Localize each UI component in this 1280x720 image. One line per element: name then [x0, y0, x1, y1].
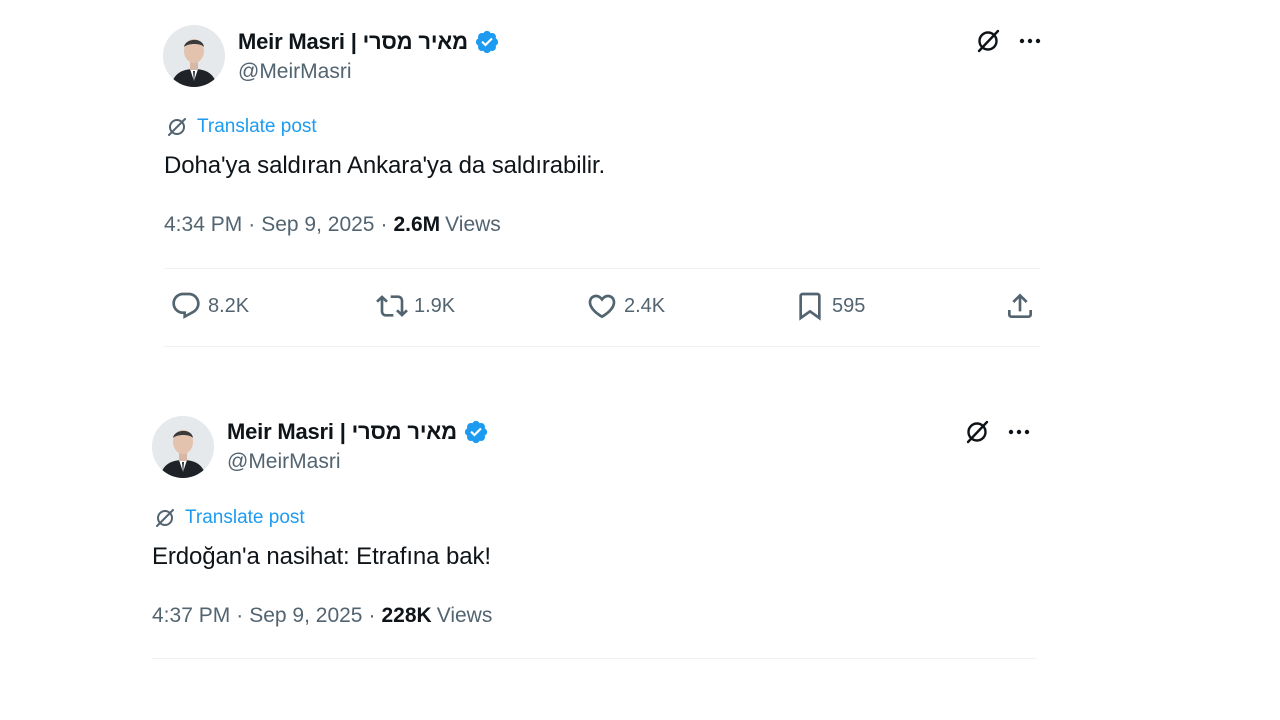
reply-count: 8.2K [208, 294, 250, 317]
translate-post-link[interactable]: Translate post [197, 116, 317, 138]
share-icon [1008, 293, 1032, 318]
translate-post-link[interactable]: Translate post [185, 507, 305, 529]
views-count: 2.6M [393, 213, 441, 236]
meta-separator: · [248, 213, 256, 236]
views-label: Views [445, 213, 501, 236]
views-label: Views [436, 604, 493, 627]
author-display-name[interactable]: Meir Masri | מאיר מסרי [238, 29, 468, 55]
bookmark-count: 595 [832, 294, 866, 317]
tweet-text: Doha'ya saldıran Ankara'ya da saldırabil… [164, 152, 606, 179]
divider [152, 658, 1036, 659]
grok-icon[interactable] [963, 418, 991, 446]
tweet-top-actions [963, 418, 1033, 446]
grok-icon[interactable] [974, 27, 1002, 55]
bookmark-button[interactable]: 595 [794, 290, 865, 322]
meta-separator: · [368, 604, 376, 627]
author-handle[interactable]: @MeirMasri [238, 60, 351, 84]
author-display-name[interactable]: Meir Masri | מאיר מסרי [227, 419, 457, 445]
repost-button[interactable]: 1.9K [376, 290, 455, 322]
translate-post-row[interactable]: Translate post [166, 116, 317, 138]
repost-icon [376, 295, 408, 317]
tweet-meta: 4:34 PM · Sep 9, 2025 · 2.6M Views [164, 213, 501, 237]
tweet-meta: 4:37 PM · Sep 9, 2025 · 228K Views [152, 604, 492, 628]
tweet-time[interactable]: 4:37 PM [152, 604, 230, 628]
reply-icon [172, 292, 200, 319]
tweet-text: Erdoğan'a nasihat: Etrafına bak! [152, 543, 491, 570]
translate-icon [154, 507, 176, 529]
avatar[interactable] [152, 416, 214, 478]
tweet-card: Meir Masri | מאיר מסרי @MeirMasri Transl… [138, 408, 1058, 670]
tweet-top-actions [974, 27, 1044, 55]
share-button[interactable] [1004, 290, 1042, 322]
verified-badge-icon [463, 419, 489, 445]
translate-post-row[interactable]: Translate post [154, 507, 305, 529]
heart-icon [588, 294, 616, 319]
translate-icon [166, 116, 188, 138]
reply-button[interactable]: 8.2K [170, 290, 249, 322]
more-horizontal-icon[interactable] [1005, 418, 1033, 446]
meta-separator: · [236, 604, 244, 627]
verified-badge-icon [474, 29, 500, 55]
repost-count: 1.9K [414, 294, 456, 317]
divider [164, 268, 1040, 269]
tweet-date[interactable]: Sep 9, 2025 [261, 213, 374, 237]
like-button[interactable]: 2.4K [586, 290, 665, 322]
more-horizontal-icon[interactable] [1016, 27, 1044, 55]
divider [164, 346, 1040, 347]
author-name-row: Meir Masri | מאיר מסרי [227, 419, 489, 445]
avatar[interactable] [163, 25, 225, 87]
screenshot-canvas: Meir Masri | מאיר מסרי @MeirMasri Transl… [0, 0, 1280, 720]
author-name-row: Meir Masri | מאיר מסרי [238, 29, 500, 55]
like-count: 2.4K [624, 294, 666, 317]
tweet-time[interactable]: 4:34 PM [164, 213, 242, 237]
views-count: 228K [381, 604, 432, 627]
author-handle[interactable]: @MeirMasri [227, 450, 340, 474]
tweet-date[interactable]: Sep 9, 2025 [249, 604, 362, 628]
bookmark-icon [799, 292, 821, 321]
meta-separator: · [380, 213, 388, 236]
tweet-card: Meir Masri | מאיר מסרי @MeirMasri Transl… [150, 18, 1068, 350]
